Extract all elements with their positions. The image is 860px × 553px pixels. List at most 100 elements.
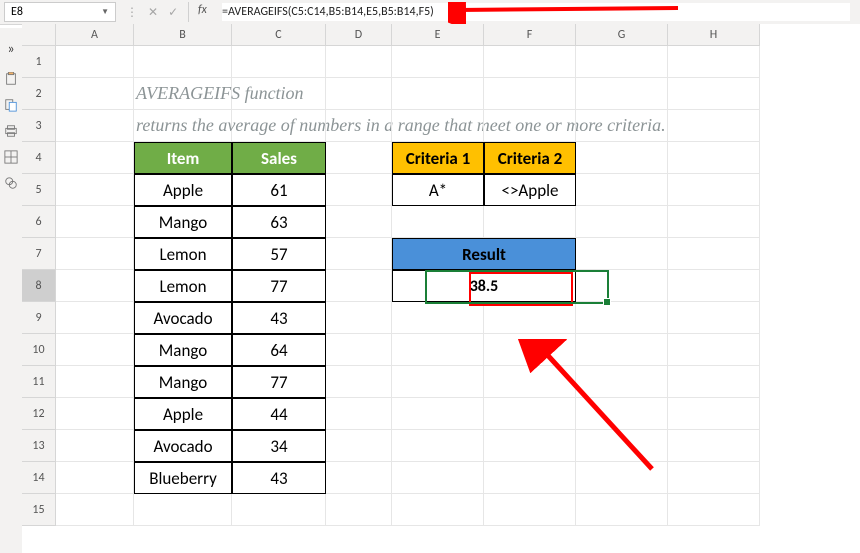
col-header-C[interactable]: C (232, 24, 326, 46)
cell-A1[interactable] (56, 46, 134, 78)
cell-A12[interactable] (56, 398, 134, 430)
cell-F10[interactable] (484, 334, 576, 366)
paste-icon[interactable] (4, 98, 18, 112)
cell-G2[interactable] (576, 78, 668, 110)
cell-D8[interactable] (326, 270, 392, 302)
cell-H2[interactable] (668, 78, 760, 110)
cell-E2[interactable] (392, 78, 484, 110)
cell-C2[interactable] (232, 78, 326, 110)
cell-C13[interactable]: 34 (232, 430, 326, 462)
cell-F1[interactable] (484, 46, 576, 78)
cell-G9[interactable] (576, 302, 668, 334)
cell-A4[interactable] (56, 142, 134, 174)
cell-B12[interactable]: Apple (134, 398, 232, 430)
cell-C9[interactable]: 43 (232, 302, 326, 334)
cell-B7[interactable]: Lemon (134, 238, 232, 270)
spreadsheet[interactable]: A B C D E F G H 12AVERAGEIFS function3re… (22, 24, 860, 553)
cell-E8[interactable]: 38.5 (392, 270, 576, 302)
cell-B6[interactable]: Mango (134, 206, 232, 238)
cell-A3[interactable] (56, 110, 134, 142)
cell-D12[interactable] (326, 398, 392, 430)
cell-H11[interactable] (668, 366, 760, 398)
cell-H14[interactable] (668, 462, 760, 494)
cell-D7[interactable] (326, 238, 392, 270)
cell-E4[interactable]: Criteria 1 (392, 142, 484, 174)
cell-D9[interactable] (326, 302, 392, 334)
cell-F9[interactable] (484, 302, 576, 334)
cell-H12[interactable] (668, 398, 760, 430)
cell-G11[interactable] (576, 366, 668, 398)
find-icon[interactable] (4, 176, 18, 190)
cell-D13[interactable] (326, 430, 392, 462)
cell-E6[interactable] (392, 206, 484, 238)
cell-C8[interactable]: 77 (232, 270, 326, 302)
cell-C1[interactable] (232, 46, 326, 78)
cell-F6[interactable] (484, 206, 576, 238)
cell-F12[interactable] (484, 398, 576, 430)
cell-C12[interactable]: 44 (232, 398, 326, 430)
cell-A10[interactable] (56, 334, 134, 366)
cell-C15[interactable] (232, 494, 326, 526)
row-header-10[interactable]: 10 (22, 334, 56, 366)
cell-D11[interactable] (326, 366, 392, 398)
cell-C7[interactable]: 57 (232, 238, 326, 270)
cell-B11[interactable]: Mango (134, 366, 232, 398)
row-header-1[interactable]: 1 (22, 46, 56, 78)
cell-A14[interactable] (56, 462, 134, 494)
row-header-3[interactable]: 3 (22, 110, 56, 142)
cell-F15[interactable] (484, 494, 576, 526)
cell-A13[interactable] (56, 430, 134, 462)
col-header-E[interactable]: E (392, 24, 484, 46)
cell-B2[interactable]: AVERAGEIFS function (134, 78, 232, 110)
row-header-2[interactable]: 2 (22, 78, 56, 110)
cell-E13[interactable] (392, 430, 484, 462)
cell-H1[interactable] (668, 46, 760, 78)
fx-label[interactable]: fx (198, 3, 207, 17)
col-header-A[interactable]: A (56, 24, 134, 46)
cell-A15[interactable] (56, 494, 134, 526)
cell-B15[interactable] (134, 494, 232, 526)
cell-H5[interactable] (668, 174, 760, 206)
col-header-H[interactable]: H (668, 24, 760, 46)
print-icon[interactable] (4, 124, 18, 138)
cell-G8[interactable] (576, 270, 668, 302)
cell-F2[interactable] (484, 78, 576, 110)
cell-B13[interactable]: Avocado (134, 430, 232, 462)
cell-F11[interactable] (484, 366, 576, 398)
cell-E7[interactable]: Result (392, 238, 576, 270)
cell-H7[interactable] (668, 238, 760, 270)
cell-E11[interactable] (392, 366, 484, 398)
cell-B3[interactable]: returns the average of numbers in a rang… (134, 110, 232, 142)
cell-E10[interactable] (392, 334, 484, 366)
cell-G1[interactable] (576, 46, 668, 78)
cell-G3[interactable] (576, 110, 668, 142)
cell-A9[interactable] (56, 302, 134, 334)
cell-G14[interactable] (576, 462, 668, 494)
cell-G5[interactable] (576, 174, 668, 206)
cell-H6[interactable] (668, 206, 760, 238)
cell-G7[interactable] (576, 238, 668, 270)
cell-F5[interactable]: <>Apple (484, 174, 576, 206)
select-all-corner[interactable] (22, 24, 56, 46)
cell-D3[interactable] (326, 110, 392, 142)
row-header-7[interactable]: 7 (22, 238, 56, 270)
cell-C6[interactable]: 63 (232, 206, 326, 238)
enter-icon[interactable]: ✓ (166, 5, 180, 20)
cell-A11[interactable] (56, 366, 134, 398)
formula-input[interactable]: =AVERAGEIFS(C5:C14,B5:B14,E5,B5:B14,F5) (222, 3, 850, 21)
clipboard-icon[interactable] (4, 72, 18, 86)
cell-D6[interactable] (326, 206, 392, 238)
cell-C14[interactable]: 43 (232, 462, 326, 494)
cell-A8[interactable] (56, 270, 134, 302)
cell-A7[interactable] (56, 238, 134, 270)
cell-E12[interactable] (392, 398, 484, 430)
row-header-9[interactable]: 9 (22, 302, 56, 334)
col-header-D[interactable]: D (326, 24, 392, 46)
cell-H9[interactable] (668, 302, 760, 334)
cell-E15[interactable] (392, 494, 484, 526)
cell-E9[interactable] (392, 302, 484, 334)
cell-C3[interactable] (232, 110, 326, 142)
cell-F3[interactable] (484, 110, 576, 142)
name-box[interactable]: E8 ▼ (4, 2, 116, 22)
cell-G4[interactable] (576, 142, 668, 174)
